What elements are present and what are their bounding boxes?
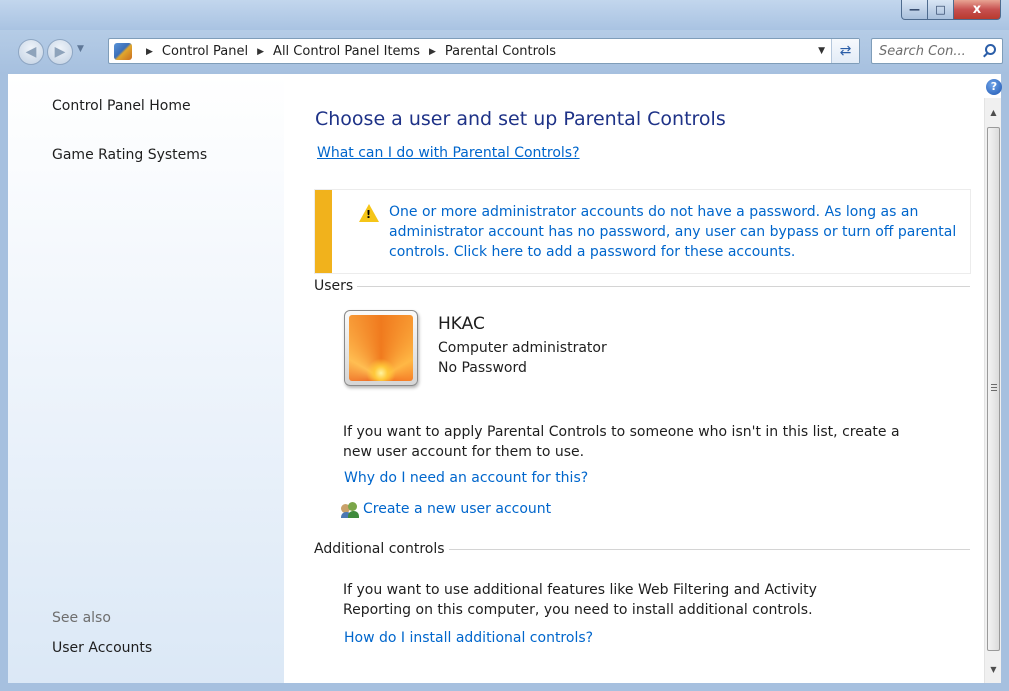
navigation-bar: ◀ ▶ ▼ ▶ Control Panel ▶ All Control Pane… — [0, 30, 1009, 74]
title-bar: — □ x — [0, 0, 1009, 30]
warning-banner[interactable]: ! One or more administrator accounts do … — [314, 189, 971, 274]
user-password-status: No Password — [438, 360, 527, 376]
additional-controls-info: If you want to use additional features l… — [343, 582, 817, 618]
scroll-up-icon[interactable]: ▲ — [985, 104, 1002, 121]
search-input[interactable]: Search Con... — [871, 38, 1003, 64]
additional-controls-heading: Additional controls — [314, 541, 445, 557]
user-role: Computer administrator — [438, 340, 607, 356]
sidebar-item-game-rating-systems[interactable]: Game Rating Systems — [52, 147, 207, 163]
why-account-link[interactable]: Why do I need an account for this? — [344, 470, 588, 486]
user-name[interactable]: HKAC — [438, 314, 485, 334]
breadcrumb-all-items[interactable]: All Control Panel Items — [273, 44, 420, 59]
search-placeholder: Search Con... — [879, 44, 966, 59]
control-panel-icon — [114, 43, 132, 60]
minimize-button[interactable]: — — [901, 0, 928, 20]
forward-arrow-icon: ▶ — [54, 44, 66, 60]
users-icon — [341, 502, 359, 518]
back-button[interactable]: ◀ — [18, 39, 44, 65]
back-arrow-icon: ◀ — [25, 44, 37, 60]
sidebar-item-user-accounts[interactable]: User Accounts — [52, 640, 152, 656]
users-heading: Users — [314, 278, 354, 294]
breadcrumb-separator-icon[interactable]: ▶ — [429, 47, 436, 57]
avatar — [349, 315, 413, 381]
maximize-button[interactable]: □ — [928, 0, 954, 20]
help-link[interactable]: What can I do with Parental Controls? — [317, 145, 580, 161]
create-user-account-link[interactable]: Create a new user account — [363, 501, 551, 517]
user-account-tile[interactable] — [344, 310, 418, 386]
page-title: Choose a user and set up Parental Contro… — [315, 108, 726, 130]
users-section-header: Users — [314, 278, 970, 294]
refresh-button[interactable]: ⇄ — [831, 39, 859, 63]
refresh-icon: ⇄ — [839, 43, 852, 59]
scroll-grip-icon — [991, 384, 997, 391]
recent-pages-dropdown[interactable]: ▼ — [77, 44, 84, 54]
warning-icon: ! — [359, 204, 379, 222]
main-content: Choose a user and set up Parental Contro… — [284, 74, 984, 683]
window-controls: — □ x — [901, 0, 1001, 22]
warning-message[interactable]: One or more administrator accounts do no… — [389, 202, 961, 262]
address-dropdown-icon[interactable]: ▼ — [818, 46, 825, 56]
breadcrumb-separator-icon[interactable]: ▶ — [146, 47, 153, 57]
warning-stripe — [315, 190, 332, 273]
vertical-scrollbar[interactable]: ▲ ▼ — [984, 98, 1001, 683]
scroll-thumb[interactable] — [987, 127, 1000, 651]
divider — [448, 548, 970, 550]
address-bar[interactable]: ▶ Control Panel ▶ All Control Panel Item… — [108, 38, 860, 64]
help-icon[interactable]: ? — [986, 79, 1002, 95]
sidebar-item-control-panel-home[interactable]: Control Panel Home — [52, 98, 191, 114]
search-icon[interactable] — [985, 44, 996, 55]
additional-controls-section-header: Additional controls — [314, 541, 970, 557]
see-also-heading: See also — [52, 610, 111, 626]
forward-button[interactable]: ▶ — [47, 39, 73, 65]
scroll-down-icon[interactable]: ▼ — [985, 661, 1002, 678]
close-button[interactable]: x — [954, 0, 1001, 20]
install-controls-link[interactable]: How do I install additional controls? — [344, 630, 593, 646]
divider — [357, 285, 970, 287]
breadcrumb-separator-icon[interactable]: ▶ — [257, 47, 264, 57]
breadcrumb: ▶ Control Panel ▶ All Control Panel Item… — [137, 44, 556, 59]
create-account-info: If you want to apply Parental Controls t… — [343, 424, 900, 460]
breadcrumb-parental-controls[interactable]: Parental Controls — [445, 44, 556, 59]
sidebar: Control Panel Home Game Rating Systems S… — [8, 74, 284, 683]
breadcrumb-control-panel[interactable]: Control Panel — [162, 44, 248, 59]
